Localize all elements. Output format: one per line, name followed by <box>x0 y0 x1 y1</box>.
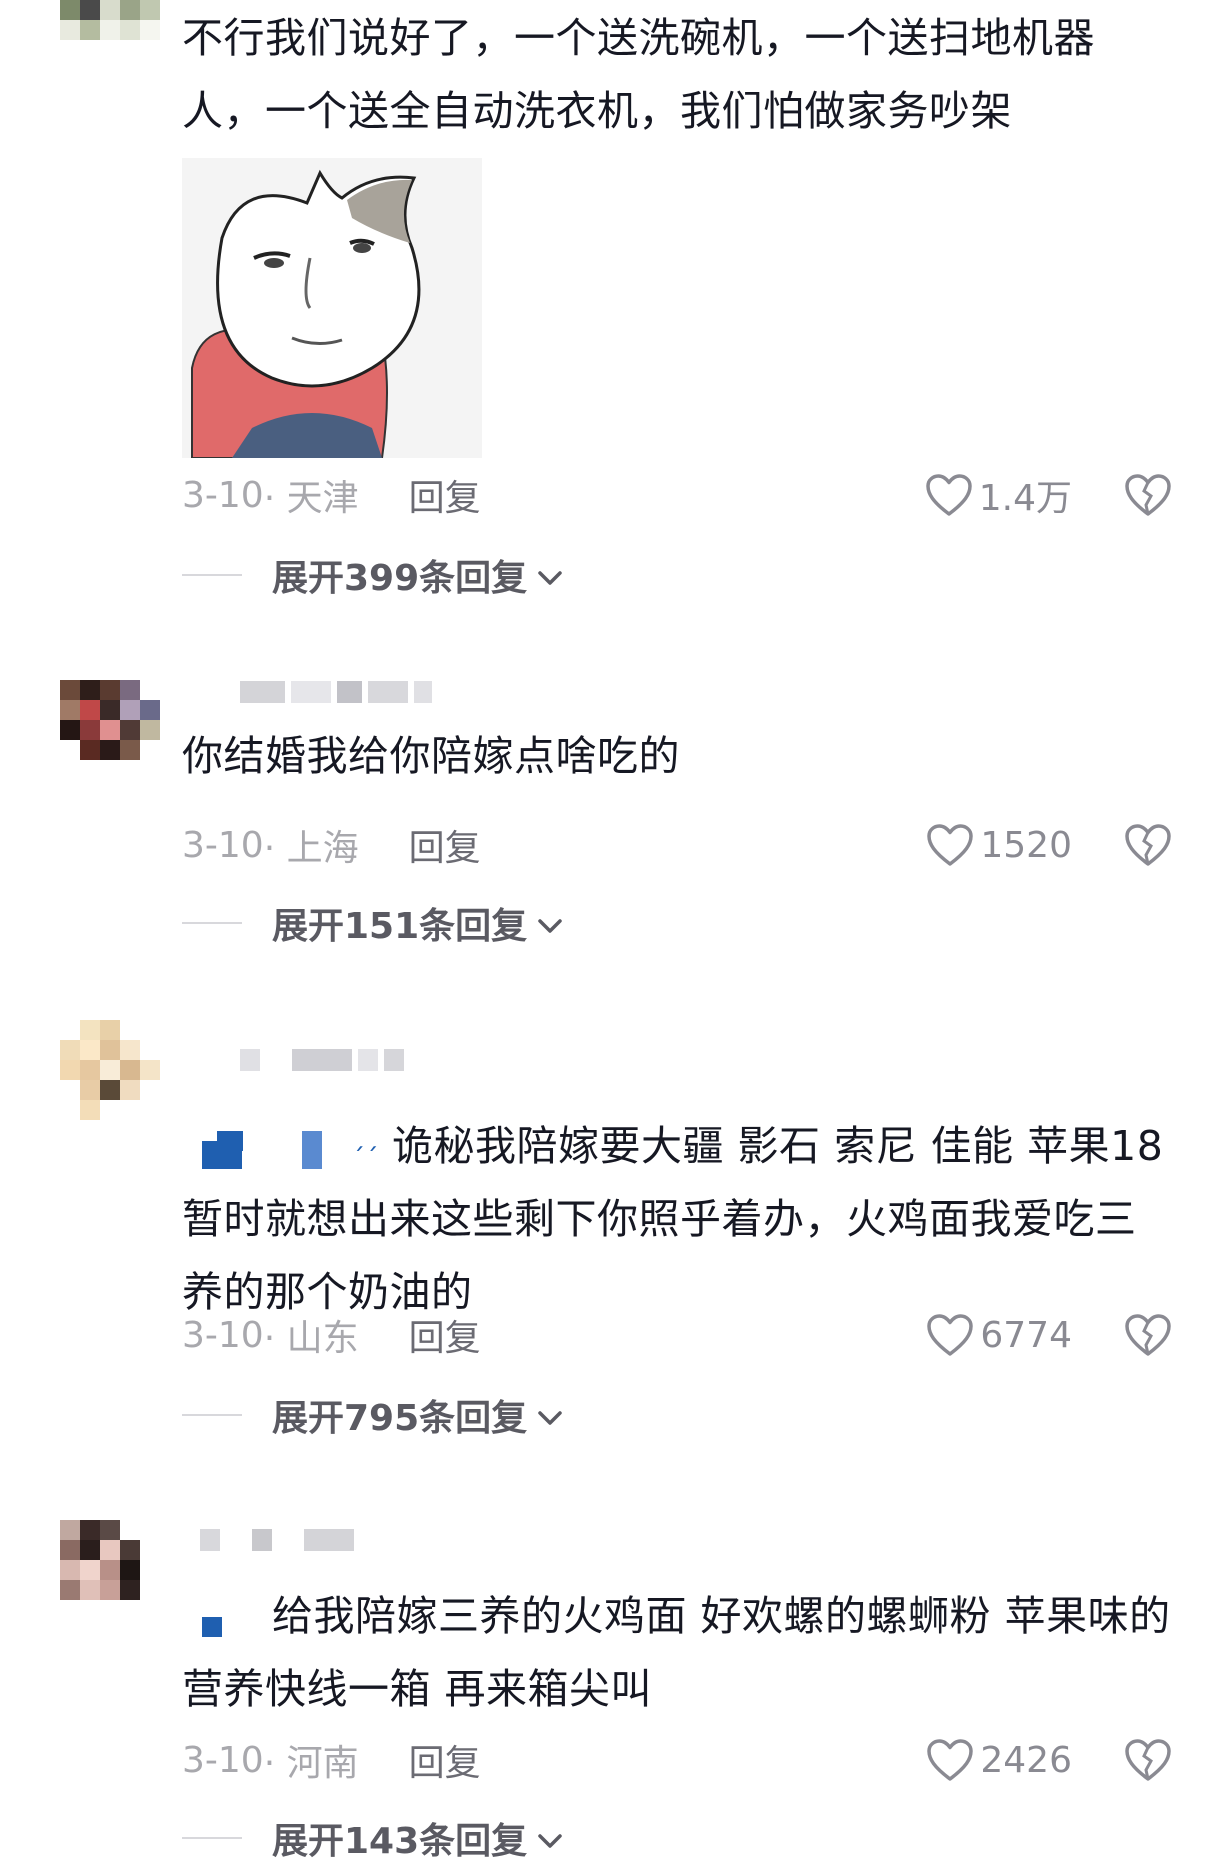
expand-replies-button[interactable]: 展开399条回复 <box>182 550 563 600</box>
comment-text: 不行我们说好了，一个送洗碗机，一个送扫地机器人，一个送全自动洗衣机，我们怕做家务… <box>182 14 1095 135</box>
heart-outline-icon <box>925 474 972 516</box>
expand-replies-label: 展开143条回复 <box>272 1821 528 1862</box>
like-count: 6774 <box>980 1314 1072 1356</box>
comment-text-body: 给我陪嫁三养的火鸡面 好欢螺的螺蛳粉 苹果味的营养快线一箱 再来箱尖叫 <box>182 1592 1171 1713</box>
cat-meme-image <box>182 158 482 459</box>
comment-meta: 3-10 · 上海 回复 1520 <box>182 820 1172 870</box>
username-obscured[interactable] <box>240 672 432 712</box>
dislike-button[interactable] <box>1124 823 1172 867</box>
expand-replies-button[interactable]: 展开143条回复 <box>182 1813 563 1863</box>
like-button[interactable]: 6774 <box>926 1313 1072 1357</box>
comment-location: · 天津 <box>263 478 359 519</box>
comment-date: 3-10 <box>182 1739 264 1781</box>
comment-location: · 山东 <box>263 1318 359 1359</box>
divider-line <box>182 1837 242 1839</box>
dislike-button[interactable] <box>1124 1738 1172 1782</box>
comment-meta: 3-10 · 天津 回复 1.4万 <box>182 470 1172 520</box>
username-badge-obscured <box>182 1599 272 1639</box>
expand-replies-label: 展开151条回复 <box>272 906 528 947</box>
expand-replies-button[interactable]: 展开151条回复 <box>182 898 563 948</box>
like-button[interactable]: 1.4万 <box>925 469 1072 521</box>
chevron-down-icon <box>537 555 563 596</box>
comment-text: ˊˊ 诡秘我陪嫁要大疆 影石 索尼 佳能 苹果18 暂时就想出来这些剩下你照乎着办… <box>182 1110 1172 1329</box>
chevron-down-icon <box>537 1395 563 1436</box>
username-obscured[interactable] <box>240 1040 404 1080</box>
username-obscured[interactable] <box>200 1520 354 1560</box>
like-count: 1520 <box>980 824 1072 866</box>
broken-heart-icon <box>1125 474 1171 516</box>
comment-meta: 3-10 · 山东 回复 6774 <box>182 1310 1172 1360</box>
comment-date: 3-10 <box>182 474 264 516</box>
chevron-down-icon <box>537 903 563 944</box>
like-button[interactable]: 2426 <box>926 1738 1072 1782</box>
reply-button[interactable]: 回复 <box>409 819 481 871</box>
divider-line <box>182 922 242 924</box>
reply-button[interactable]: 回复 <box>409 469 481 521</box>
comment-date: 3-10 <box>182 1314 264 1356</box>
like-count: 1.4万 <box>978 478 1072 519</box>
avatar[interactable] <box>60 1520 160 1620</box>
like-button[interactable]: 1520 <box>926 823 1072 867</box>
dislike-button[interactable] <box>1124 1313 1172 1357</box>
divider-line <box>182 574 242 576</box>
avatar[interactable] <box>60 680 160 780</box>
broken-heart-icon <box>1125 1314 1171 1356</box>
comment-meta: 3-10 · 河南 回复 2426 <box>182 1735 1172 1785</box>
heart-outline-icon <box>927 824 974 866</box>
comment-text: 你结婚我给你陪嫁点啥吃的 <box>182 732 680 780</box>
username-badge-obscured: ˊˊ <box>182 1119 392 1179</box>
comment-location: · 上海 <box>263 828 359 869</box>
reply-button[interactable]: 回复 <box>409 1309 481 1361</box>
avatar[interactable] <box>60 1020 160 1120</box>
divider-line <box>182 1414 242 1416</box>
like-count: 2426 <box>980 1739 1072 1781</box>
expand-replies-label: 展开399条回复 <box>272 558 528 599</box>
comment-location: · 河南 <box>263 1743 359 1784</box>
comment-date: 3-10 <box>182 824 264 866</box>
expand-replies-button[interactable]: 展开795条回复 <box>182 1390 563 1440</box>
dislike-button[interactable] <box>1124 473 1172 517</box>
heart-outline-icon <box>927 1314 974 1356</box>
comment-text: 给我陪嫁三养的火鸡面 好欢螺的螺蛳粉 苹果味的营养快线一箱 再来箱尖叫 <box>182 1580 1172 1726</box>
heart-outline-icon <box>927 1739 974 1781</box>
cat-meme-sticker[interactable] <box>182 158 482 459</box>
broken-heart-icon <box>1125 1739 1171 1781</box>
expand-replies-label: 展开795条回复 <box>272 1398 528 1439</box>
chevron-down-icon <box>537 1818 563 1859</box>
broken-heart-icon <box>1125 824 1171 866</box>
reply-button[interactable]: 回复 <box>409 1734 481 1786</box>
avatar[interactable] <box>60 0 160 60</box>
